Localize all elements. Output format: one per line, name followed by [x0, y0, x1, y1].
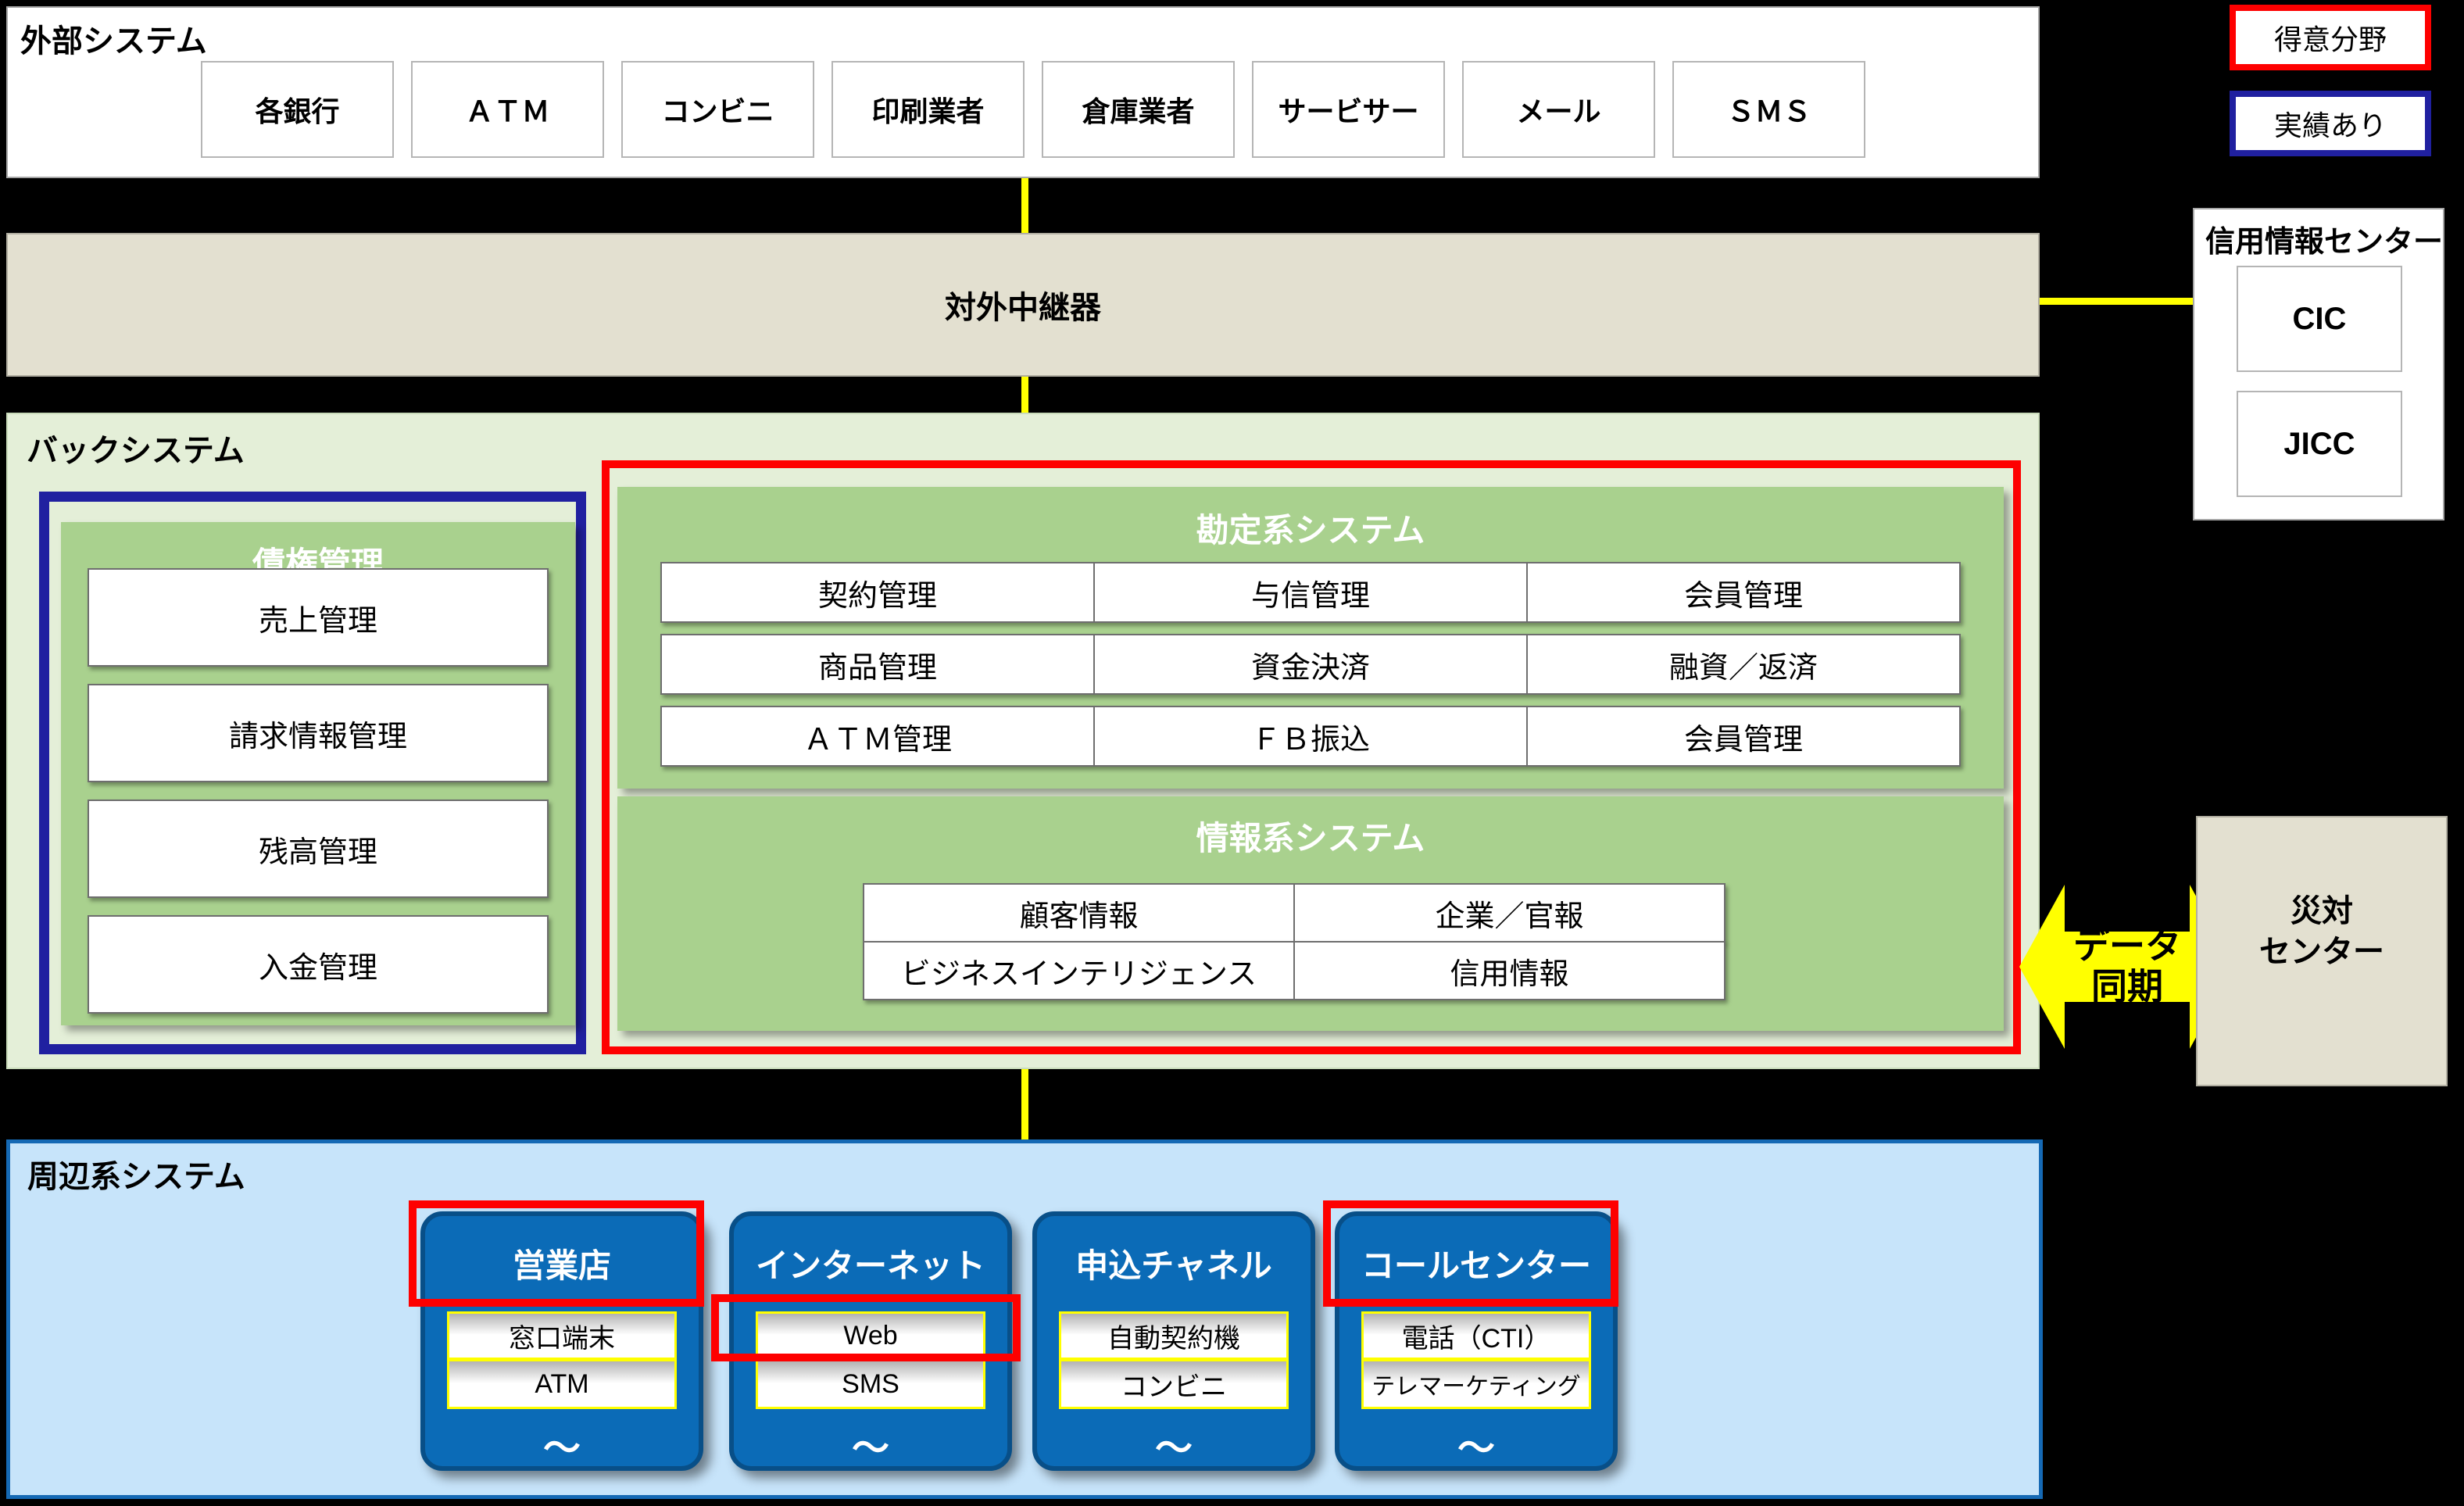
channel-card-more: ～: [1037, 1421, 1311, 1468]
back-system-panel: バックシステム 債権管理 売上管理 請求情報管理 残高管理 入金管理 勘定系シス…: [6, 413, 2040, 1069]
information-cell: 信用情報: [1293, 941, 1726, 1000]
accounting-cell: 会員管理: [1526, 562, 1961, 623]
connector-back-to-peripheral: [1021, 1069, 1028, 1139]
information-cell: 顧客情報: [863, 883, 1295, 943]
diagram-stage: { "external_systems": { "title": "外部システム…: [0, 0, 2464, 1506]
information-cell: 企業／官報: [1293, 883, 1726, 943]
channel-card-title: 申込チャネル: [1037, 1216, 1311, 1310]
web-row-highlight-frame: [711, 1294, 1021, 1361]
credit-center-box-cic: CIC: [2237, 266, 2402, 372]
channel-card-row: ATM: [447, 1359, 677, 1409]
accounting-cell: ＡＴＭ管理: [660, 706, 1095, 767]
external-system-box: ＡＴＭ: [411, 61, 604, 158]
channel-card-more: ～: [734, 1421, 1007, 1468]
information-grid-row: ビジネスインテリジェンス 信用情報: [863, 941, 1726, 1000]
connector-relay-to-credit-center: [2040, 298, 2193, 305]
channel-card-row: テレマーケティング: [1361, 1359, 1591, 1409]
receivables-box: 請求情報管理: [88, 684, 549, 782]
channel-card-row: コンビニ: [1059, 1359, 1289, 1409]
branch-header-highlight-frame: [409, 1200, 704, 1307]
channel-card-application: 申込チャネル 自動契約機 コンビニ ～: [1032, 1211, 1315, 1471]
accounting-cell: 会員管理: [1526, 706, 1961, 767]
data-sync-label-line1: データ: [2073, 926, 2181, 967]
accounting-grid-row: ＡＴＭ管理 ＦＢ振込 会員管理: [660, 706, 1961, 767]
credit-center-panel: 信用情報センター CIC JICC: [2193, 208, 2444, 520]
external-system-box: ＳＭＳ: [1672, 61, 1865, 158]
peripheral-title: 周辺系システム: [27, 1151, 245, 1197]
accounting-cell: ＦＢ振込: [1093, 706, 1528, 767]
external-system-box: コンビニ: [621, 61, 814, 158]
credit-center-box-jicc: JICC: [2237, 391, 2402, 497]
information-cell: ビジネスインテリジェンス: [863, 941, 1295, 1000]
credit-center-title: 信用情報センター: [2205, 217, 2443, 260]
receivables-box: 残高管理: [88, 800, 549, 898]
external-system-box: メール: [1462, 61, 1655, 158]
data-sync-label-line2: 同期: [2091, 967, 2163, 1007]
connector-relay-to-back: [1021, 377, 1028, 413]
external-system-box: 印刷業者: [831, 61, 1025, 158]
external-systems-panel: 外部システム 各銀行 ＡＴＭ コンビニ 印刷業者 倉庫業者 サービサー メール …: [6, 6, 2040, 178]
connector-external-to-relay: [1021, 178, 1028, 233]
accounting-grid-row: 商品管理 資金決済 融資／返済: [660, 634, 1961, 695]
channel-card-row: 窓口端末: [447, 1311, 677, 1360]
accounting-cell: 資金決済: [1093, 634, 1528, 695]
information-panel: 情報系システム 顧客情報 企業／官報 ビジネスインテリジェンス 信用情報: [617, 796, 2004, 1031]
channel-card-row: 電話（CTI）: [1361, 1311, 1591, 1360]
accounting-cell: 与信管理: [1093, 562, 1528, 623]
channel-card-row: SMS: [756, 1359, 985, 1409]
disaster-center-line2: センター: [2259, 932, 2384, 972]
callcenter-header-highlight-frame: [1323, 1200, 1618, 1307]
receivables-panel: 債権管理 売上管理 請求情報管理 残高管理 入金管理: [61, 522, 575, 1025]
receivables-box: 入金管理: [88, 915, 549, 1014]
relay-bar: 対外中継器: [6, 233, 2040, 377]
external-system-box: 倉庫業者: [1042, 61, 1235, 158]
accounting-grid-row: 契約管理 与信管理 会員管理: [660, 562, 1961, 623]
external-system-box: 各銀行: [201, 61, 394, 158]
accounting-title: 勘定系システム: [617, 487, 2004, 552]
external-systems-title: 外部システム: [20, 16, 207, 61]
information-title: 情報系システム: [617, 796, 2004, 860]
accounting-cell: 契約管理: [660, 562, 1095, 623]
accounting-cell: 融資／返済: [1526, 634, 1961, 695]
receivables-box: 売上管理: [88, 568, 549, 667]
external-system-box: サービサー: [1252, 61, 1445, 158]
channel-card-more: ～: [425, 1421, 699, 1468]
accounting-panel: 勘定系システム 契約管理 与信管理 会員管理 商品管理 資金決済 融資／返済 Ａ…: [617, 487, 2004, 789]
back-system-title: バックシステム: [27, 425, 245, 470]
channel-card-row: 自動契約機: [1059, 1311, 1289, 1360]
disaster-center-line1: 災対: [2291, 891, 2353, 932]
legend-strength-box: 得意分野: [2230, 5, 2431, 70]
information-grid-row: 顧客情報 企業／官報: [863, 883, 1726, 943]
disaster-center-box: 災対 センター: [2196, 816, 2448, 1086]
channel-card-more: ～: [1339, 1421, 1613, 1468]
peripheral-panel: 周辺系システム 営業店 窓口端末 ATM ～ インターネット Web SMS ～…: [6, 1139, 2043, 1499]
accounting-cell: 商品管理: [660, 634, 1095, 695]
legend-experience-box: 実績あり: [2230, 91, 2431, 156]
